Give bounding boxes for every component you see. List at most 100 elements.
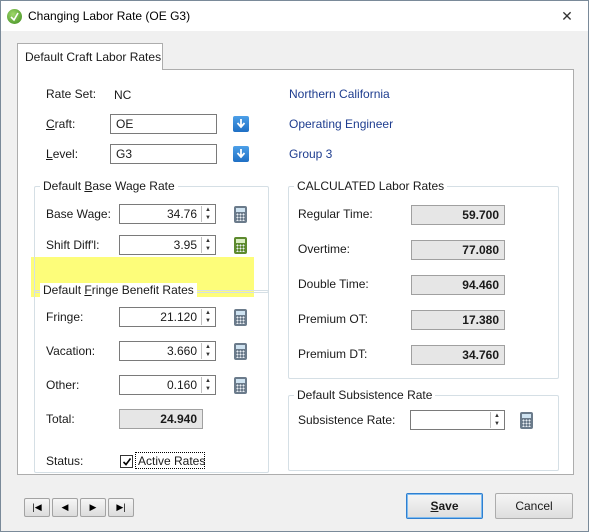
tab-default-craft-labor-rates[interactable]: Default Craft Labor Rates [17,43,163,70]
regular-time-label: Regular Time: [298,207,373,221]
dialog-window: Changing Labor Rate (OE G3) ✕ Default Cr… [0,0,589,532]
previous-record-button[interactable]: ◀ [52,498,78,517]
level-name: Group 3 [289,147,333,161]
craft-label-rest: raft: [54,117,76,131]
vacation-label: Vacation: [46,344,96,358]
spin-up-icon[interactable]: ▲ [202,237,214,245]
calculator-icon[interactable] [234,309,247,326]
calculator-icon[interactable] [234,206,247,223]
shift-diff-label: Shift Diff'l: [46,238,100,252]
double-time-value: 94.460 [462,278,499,292]
spin-up-icon[interactable]: ▲ [491,412,503,420]
other-label: Other: [46,378,80,392]
fringe-title-mnemonic: F [84,283,92,297]
spin-up-icon[interactable]: ▲ [202,377,214,385]
regular-time-field: 59.700 [411,205,505,225]
double-time-label: Double Time: [298,277,369,291]
premium-ot-field: 17.380 [411,310,505,330]
active-rates-label[interactable]: Active Rates [138,454,205,468]
level-label-rest: evel: [52,147,79,161]
premium-ot-value: 17.380 [462,313,499,327]
fringe-spinner[interactable]: ▲ ▼ [201,309,214,325]
craft-label-mnemonic: C [46,117,55,131]
spin-down-icon[interactable]: ▼ [491,420,503,428]
base-wage-group-title: Default Base Wage Rate [40,179,178,193]
spin-up-icon[interactable]: ▲ [202,206,214,214]
spin-down-icon[interactable]: ▼ [202,214,214,222]
base-wage-label: Base Wage: [46,207,111,221]
craft-name: Operating Engineer [289,117,394,131]
base-wage-title-pre: Default [43,179,85,193]
other-spinner[interactable]: ▲ ▼ [201,377,214,393]
level-label: Level: [46,147,78,161]
title-bar: Changing Labor Rate (OE G3) ✕ [1,1,588,31]
craft-dropdown-arrow-icon[interactable] [233,116,249,132]
level-dropdown-arrow-icon[interactable] [233,146,249,162]
window-title: Changing Labor Rate (OE G3) [28,9,191,23]
calculator-icon[interactable] [234,343,247,360]
fringe-group-title: Default Fringe Benefit Rates [40,283,197,297]
fringe-title-rest: ringe Benefit Rates [91,283,194,297]
app-icon [7,9,22,24]
total-label: Total: [46,412,75,426]
fringe-field[interactable]: 21.120 ▲ ▼ [119,307,216,327]
craft-field[interactable]: OE [110,114,217,134]
fringe-title-pre: Default [43,283,85,297]
subsistence-field[interactable]: ▲ ▼ [410,410,505,430]
active-rates-checkbox[interactable] [120,455,133,468]
shift-diff-value: 3.95 [173,238,197,252]
total-value: 24.940 [160,412,197,426]
cancel-button[interactable]: Cancel [495,493,573,519]
checkmark-icon [122,458,132,466]
base-wage-spinner[interactable]: ▲ ▼ [201,206,214,222]
first-record-button[interactable]: |◀ [24,498,50,517]
other-field[interactable]: 0.160 ▲ ▼ [119,375,216,395]
calculator-icon[interactable] [234,377,247,394]
other-value: 0.160 [166,378,197,392]
premium-dt-value: 34.760 [462,348,499,362]
premium-dt-field: 34.760 [411,345,505,365]
spin-up-icon[interactable]: ▲ [202,309,214,317]
vacation-value: 3.660 [166,344,197,358]
vacation-field[interactable]: 3.660 ▲ ▼ [119,341,216,361]
save-rest: ave [438,499,459,513]
calculator-icon[interactable] [234,237,247,254]
next-record-button[interactable]: ▶ [80,498,106,517]
spin-down-icon[interactable]: ▼ [202,317,214,325]
save-button[interactable]: Save [406,493,483,519]
overtime-field: 77.080 [411,240,505,260]
subsistence-group [288,395,559,471]
total-field: 24.940 [119,409,203,429]
rate-set-name: Northern California [289,87,390,101]
calculator-icon[interactable] [520,412,533,429]
double-time-field: 94.460 [411,275,505,295]
rate-set-label: Rate Set: [46,87,97,101]
spin-down-icon[interactable]: ▼ [202,385,214,393]
craft-label: Craft: [46,117,75,131]
shift-diff-spinner[interactable]: ▲ ▼ [201,237,214,253]
premium-ot-label: Premium OT: [298,312,369,326]
overtime-label: Overtime: [298,242,351,256]
last-record-button[interactable]: ▶| [108,498,134,517]
vacation-spinner[interactable]: ▲ ▼ [201,343,214,359]
subsistence-spinner[interactable]: ▲ ▼ [490,412,503,428]
fringe-value: 21.120 [160,310,197,324]
base-wage-title-rest: ase Wage Rate [92,179,175,193]
shift-diff-field[interactable]: 3.95 ▲ ▼ [119,235,216,255]
base-wage-field[interactable]: 34.76 ▲ ▼ [119,204,216,224]
regular-time-value: 59.700 [462,208,499,222]
spin-up-icon[interactable]: ▲ [202,343,214,351]
level-label-mnemonic: L [46,147,53,161]
dialog-body: Default Craft Labor Rates Rate Set: NC N… [1,31,588,531]
calculated-group-title: CALCULATED Labor Rates [294,179,448,193]
status-label: Status: [46,454,84,468]
spin-down-icon[interactable]: ▼ [202,351,214,359]
close-button[interactable]: ✕ [552,6,582,26]
subsistence-group-title: Default Subsistence Rate [294,388,436,402]
level-field[interactable]: G3 [110,144,217,164]
premium-dt-label: Premium DT: [298,347,368,361]
subsistence-label: Subsistence Rate: [298,413,396,427]
rate-set-value: NC [114,88,132,102]
base-wage-value: 34.76 [166,207,197,221]
spin-down-icon[interactable]: ▼ [202,245,214,253]
